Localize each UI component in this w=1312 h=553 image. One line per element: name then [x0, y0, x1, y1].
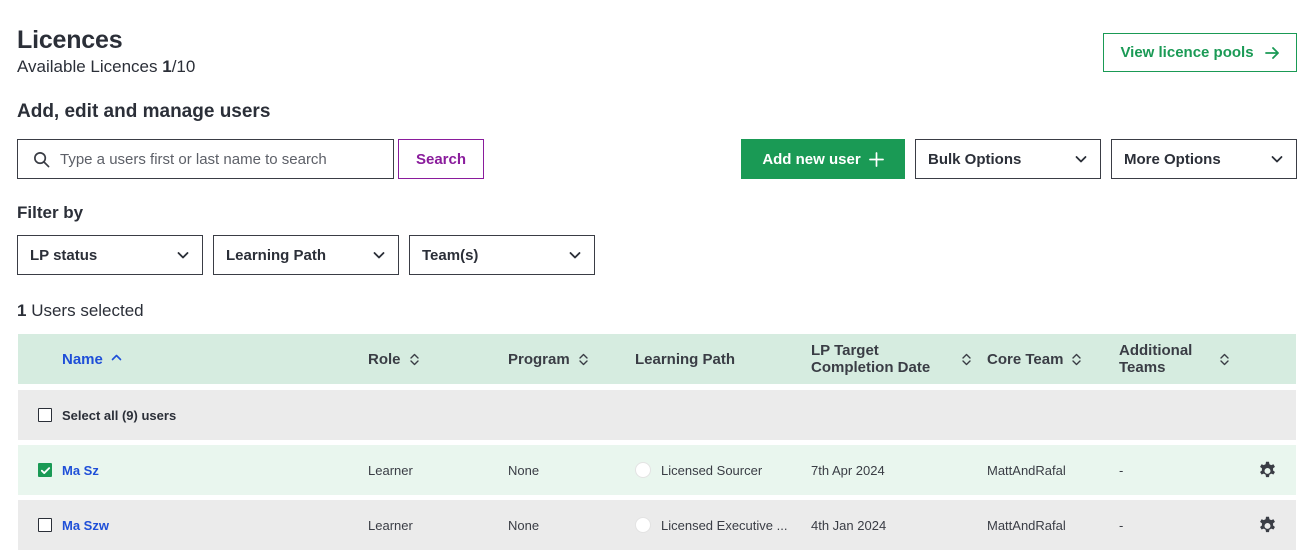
learning-path-cell: Licensed Executive ...	[635, 500, 787, 550]
row-checkbox[interactable]	[38, 518, 52, 532]
row-checkbox-cell	[38, 445, 52, 495]
target-date-cell: 4th Jan 2024	[811, 517, 887, 533]
select-all-checkbox[interactable]	[38, 408, 52, 422]
manage-users-heading: Add, edit and manage users	[17, 101, 271, 122]
chevron-up-icon	[111, 354, 122, 360]
column-additional-teams-line2: Teams	[1119, 359, 1166, 376]
learning-path-filter[interactable]: Learning Path	[213, 235, 399, 275]
column-header-name[interactable]: Name	[62, 334, 122, 384]
user-name-cell: Ma Szw	[62, 500, 109, 550]
core-team-cell: MattAndRafal	[987, 517, 1066, 533]
selected-count-number: 1	[17, 301, 27, 320]
teams-filter-label: Team(s)	[422, 246, 479, 264]
chevron-down-icon	[1271, 156, 1283, 163]
sort-updown-icon	[578, 353, 588, 365]
more-options-label: More Options	[1124, 150, 1221, 168]
available-licences-used: 1	[162, 57, 172, 76]
select-all-cell	[38, 390, 52, 440]
bulk-options-dropdown[interactable]: Bulk Options	[915, 139, 1101, 179]
program-cell: None	[508, 517, 540, 533]
learning-path-text: Licensed Executive ...	[661, 517, 788, 533]
select-all-row: Select all (9) users	[18, 390, 1296, 440]
sort-updown-icon	[962, 353, 971, 365]
add-new-user-label: Add new user	[762, 150, 861, 168]
filter-by-label: Filter by	[17, 203, 84, 222]
learning-path-cell: Licensed Sourcer	[635, 445, 762, 495]
available-licences-total: /10	[171, 57, 196, 76]
gear-icon[interactable]	[1257, 515, 1278, 536]
row-actions-cell	[1257, 500, 1278, 550]
users-selected-count: 1 Users selected	[17, 301, 144, 321]
add-new-user-button[interactable]: Add new user	[741, 139, 905, 179]
learning-path-filter-label: Learning Path	[226, 246, 327, 264]
table-row: Ma Szw Learner None Licensed Executive .…	[18, 500, 1296, 550]
row-actions-cell	[1257, 445, 1278, 495]
column-header-role[interactable]: Role	[368, 334, 420, 384]
column-program-label: Program	[508, 350, 570, 368]
selected-count-label: Users selected	[31, 301, 144, 320]
search-icon	[34, 151, 50, 167]
view-licence-pools-button[interactable]: View licence pools	[1103, 33, 1297, 72]
target-date-cell: 7th Apr 2024	[811, 462, 885, 478]
available-licences-label: Available Licences	[17, 57, 158, 76]
user-name-link[interactable]: Ma Sz	[62, 463, 99, 478]
table-row: Ma Sz Learner None Licensed Sourcer 7th …	[18, 445, 1296, 495]
column-header-lp-target[interactable]: LP Target Completion Date	[811, 334, 972, 384]
lp-status-filter-label: LP status	[30, 246, 98, 264]
sort-updown-icon	[409, 353, 419, 365]
row-checkbox[interactable]	[38, 463, 52, 477]
chevron-down-icon	[569, 252, 581, 259]
column-role-label: Role	[368, 350, 401, 368]
table-header: Name Role Program Learning Path LP Targe…	[18, 334, 1296, 384]
sort-updown-icon	[1220, 353, 1229, 365]
bulk-options-label: Bulk Options	[928, 150, 1022, 168]
lp-status-indicator	[635, 462, 651, 478]
lp-status-filter[interactable]: LP status	[17, 235, 203, 275]
column-header-learning-path: Learning Path	[635, 334, 735, 384]
column-lp-target-line2: Completion Date	[811, 359, 931, 376]
role-cell: Learner	[368, 462, 413, 478]
sort-updown-icon	[1072, 353, 1082, 365]
additional-teams-cell: -	[1119, 462, 1124, 478]
column-header-program[interactable]: Program	[508, 334, 589, 384]
search-button[interactable]: Search	[398, 139, 484, 179]
program-cell: None	[508, 462, 540, 478]
column-name-label: Name	[62, 350, 103, 368]
chevron-down-icon	[1075, 156, 1087, 163]
search-field[interactable]	[17, 139, 394, 179]
select-all-label: Select all (9) users	[62, 407, 177, 423]
gear-icon[interactable]	[1257, 460, 1278, 481]
checkmark-icon	[40, 466, 50, 474]
column-additional-teams-label: Additional Teams	[1119, 342, 1215, 376]
select-all-text: Select all (9) users	[62, 390, 176, 440]
column-lp-target-label: LP Target Completion Date	[811, 342, 953, 376]
available-licences: Available Licences 1/10	[17, 57, 195, 77]
column-lp-target-line1: LP Target	[811, 342, 879, 359]
user-name-link[interactable]: Ma Szw	[62, 518, 109, 533]
column-header-core-team[interactable]: Core Team	[987, 334, 1082, 384]
column-learning-path-label: Learning Path	[635, 350, 736, 368]
column-core-team-label: Core Team	[987, 350, 1064, 368]
core-team-cell: MattAndRafal	[987, 462, 1066, 478]
row-checkbox-cell	[38, 500, 52, 550]
role-cell: Learner	[368, 517, 413, 533]
column-header-additional-teams[interactable]: Additional Teams	[1119, 334, 1230, 384]
chevron-down-icon	[177, 252, 189, 259]
learning-path-text: Licensed Sourcer	[661, 462, 763, 478]
view-licence-pools-label: View licence pools	[1120, 44, 1254, 61]
teams-filter[interactable]: Team(s)	[409, 235, 595, 275]
arrow-right-icon	[1264, 46, 1279, 59]
plus-icon	[868, 151, 884, 167]
page-title: Licences	[17, 26, 123, 54]
additional-teams-cell: -	[1119, 517, 1124, 533]
chevron-down-icon	[373, 252, 385, 259]
search-input[interactable]	[60, 150, 380, 168]
lp-status-indicator	[635, 517, 651, 533]
column-additional-teams-line1: Additional	[1119, 342, 1193, 359]
user-name-cell: Ma Sz	[62, 445, 99, 495]
more-options-dropdown[interactable]: More Options	[1111, 139, 1297, 179]
